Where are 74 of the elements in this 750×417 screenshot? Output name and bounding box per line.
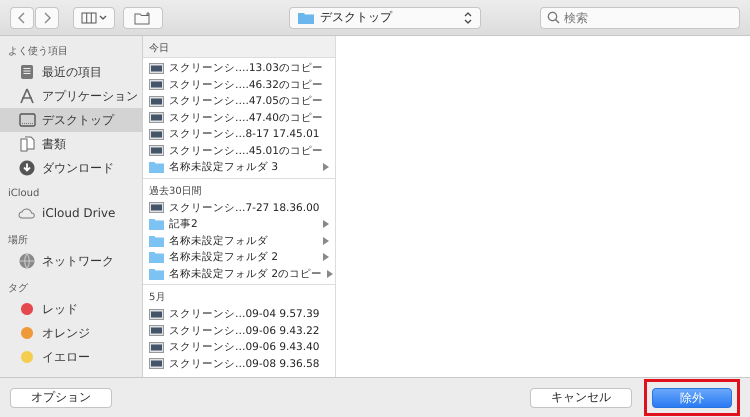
download-icon [19, 160, 35, 176]
globe-icon [19, 253, 35, 269]
file-row[interactable]: 名称未設定フォルダ 2のコピー [143, 266, 335, 282]
sidebar-heading: iCloud [7, 187, 40, 201]
sidebar-item[interactable]: iCloud Drive [0, 201, 142, 225]
screenshot-thumbnail-icon [149, 358, 164, 370]
folder-icon [149, 161, 164, 174]
file-row[interactable]: スクリーンシ….13.03のコピー [143, 60, 335, 76]
file-row[interactable]: スクリーンシ…8-17 17.45.01 [143, 126, 335, 142]
sidebar-item[interactable]: 書類 [0, 132, 142, 156]
documents-icon [20, 136, 34, 152]
file-row[interactable]: スクリーンシ….47.05のコピー [143, 93, 335, 110]
file-row[interactable]: スクリーンシ…09-06 9.43.40 [143, 339, 335, 356]
search-icon [547, 11, 560, 24]
folder-icon [149, 234, 164, 247]
tray-icon [19, 64, 35, 80]
section-heading: 5月 [143, 284, 335, 306]
sidebar-item[interactable]: 最近の項目 [0, 60, 142, 84]
new-folder-button[interactable] [123, 6, 163, 28]
sidebar-heading: 場所 [7, 234, 29, 248]
folder-icon [298, 12, 314, 24]
disclosure-arrow-icon [323, 163, 329, 172]
file-row[interactable]: スクリーンシ….47.40のコピー [143, 110, 335, 126]
location-label: デスクトップ [320, 9, 394, 26]
sidebar-item[interactable]: レッド [0, 297, 142, 321]
up-down-icon [464, 10, 472, 24]
screenshot-thumbnail-icon [149, 112, 164, 124]
cancel-button[interactable]: キャンセル [530, 388, 632, 408]
chevron-right-icon [42, 10, 52, 24]
file-row[interactable]: スクリーンシ…7-27 18.36.00 [143, 200, 335, 216]
chevron-left-icon [17, 10, 27, 24]
location-dropdown[interactable]: デスクトップ [289, 6, 481, 28]
screenshot-thumbnail-icon [149, 145, 164, 156]
file-row[interactable]: 記事2 [143, 216, 335, 232]
screenshot-thumbnail-icon [149, 202, 164, 214]
sidebar-heading: タグ [7, 282, 29, 296]
file-row[interactable]: 名称未設定フォルダ [143, 232, 335, 249]
screenshot-thumbnail-icon [149, 96, 164, 107]
compass-a-icon [19, 88, 35, 104]
screenshot-thumbnail-icon [149, 325, 164, 336]
forward-button[interactable] [35, 6, 59, 28]
options-button[interactable]: オプション [10, 388, 112, 408]
folder-icon [149, 251, 164, 264]
file-row[interactable]: スクリーンシ…09-08 9.36.58 [143, 356, 335, 372]
sidebar-item[interactable]: ネットワーク [0, 249, 142, 273]
file-row[interactable]: 名称未設定フォルダ 2 [143, 249, 335, 266]
section-heading: 過去30日間 [143, 178, 335, 200]
sidebar-item[interactable]: オレンジ [0, 321, 142, 345]
columns-icon [81, 12, 107, 24]
folder-icon [149, 268, 164, 280]
screenshot-thumbnail-icon [149, 342, 164, 353]
screenshot-thumbnail-icon [149, 128, 164, 140]
view-button[interactable] [73, 6, 115, 28]
desktop-icon [18, 113, 36, 127]
file-row[interactable]: 名称未設定フォルダ 3 [143, 159, 335, 176]
folder-icon [149, 218, 164, 230]
file-row[interactable]: スクリーンシ…09-04 9.57.39 [143, 306, 335, 322]
search-field[interactable]: 検索 [540, 6, 740, 28]
screenshot-thumbnail-icon [149, 62, 164, 74]
back-button[interactable] [10, 6, 34, 28]
section-heading: 今日 [143, 36, 335, 58]
sidebar-item[interactable]: イエロー [0, 345, 142, 369]
file-row[interactable]: スクリーンシ….45.01のコピー [143, 142, 335, 159]
search-input[interactable]: 検索 [564, 10, 724, 24]
screenshot-thumbnail-icon [149, 79, 164, 90]
screenshot-thumbnail-icon [149, 308, 164, 320]
sidebar-item[interactable]: アプリケーション [0, 84, 142, 108]
new-folder-icon [134, 10, 152, 24]
file-row[interactable]: スクリーンシ…09-06 9.43.22 [143, 322, 335, 339]
sidebar-heading: よく使う項目 [7, 45, 69, 59]
sidebar-item[interactable]: デスクトップ [0, 108, 142, 132]
sidebar-item[interactable]: ダウンロード [0, 156, 142, 180]
cloud-icon [18, 207, 36, 219]
file-row[interactable]: スクリーンシ….46.32のコピー [143, 76, 335, 93]
